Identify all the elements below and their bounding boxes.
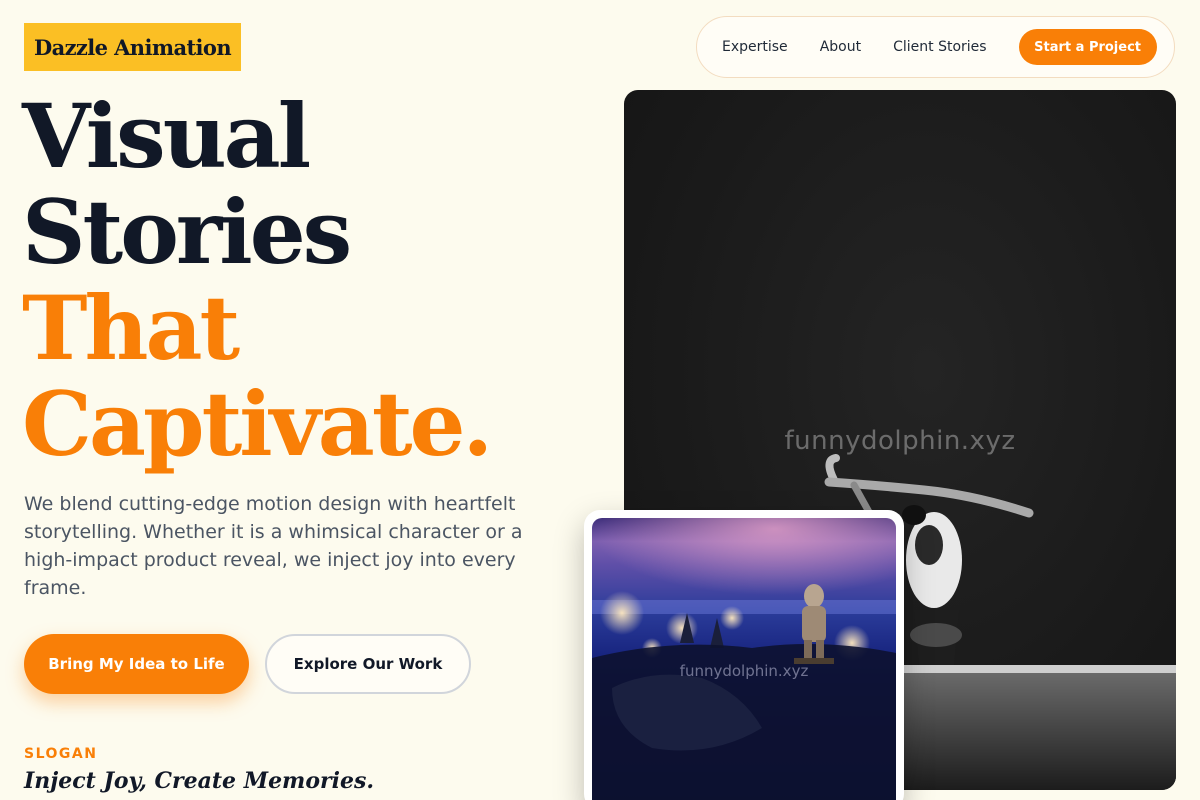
hero-title: Visual Stories That Captivate. [22,84,493,476]
hero-title-line-3: That [22,276,240,380]
main-image-watermark: funnydolphin.xyz [784,426,1016,456]
hero-description: We blend cutting-edge motion design with… [24,493,523,599]
slogan-label: SLOGAN [24,746,98,762]
start-project-button[interactable]: Start a Project [1018,29,1157,65]
top-nav: Expertise About Client Stories Start a P… [696,16,1175,78]
night-city-scene [592,518,896,800]
nav-link-expertise[interactable]: Expertise [722,39,788,55]
featured-image-card: funnydolphin.xyz [584,510,904,800]
card-image-watermark: funnydolphin.xyz [679,662,809,680]
brand-logo[interactable]: Dazzle Animation [24,23,241,71]
bring-idea-button[interactable]: Bring My Idea to Life [24,634,249,694]
nav-link-about[interactable]: About [820,39,861,55]
hero-title-line-4: Captivate. [22,372,493,476]
hero-title-line-2: Stories [22,180,352,284]
nav-link-client-stories[interactable]: Client Stories [893,39,986,55]
hero-title-line-1: Visual [22,84,311,188]
slogan-text: Inject Joy, Create Memories. [24,768,375,794]
astronaut-city-image: funnydolphin.xyz [592,518,896,800]
explore-work-button[interactable]: Explore Our Work [265,634,471,694]
